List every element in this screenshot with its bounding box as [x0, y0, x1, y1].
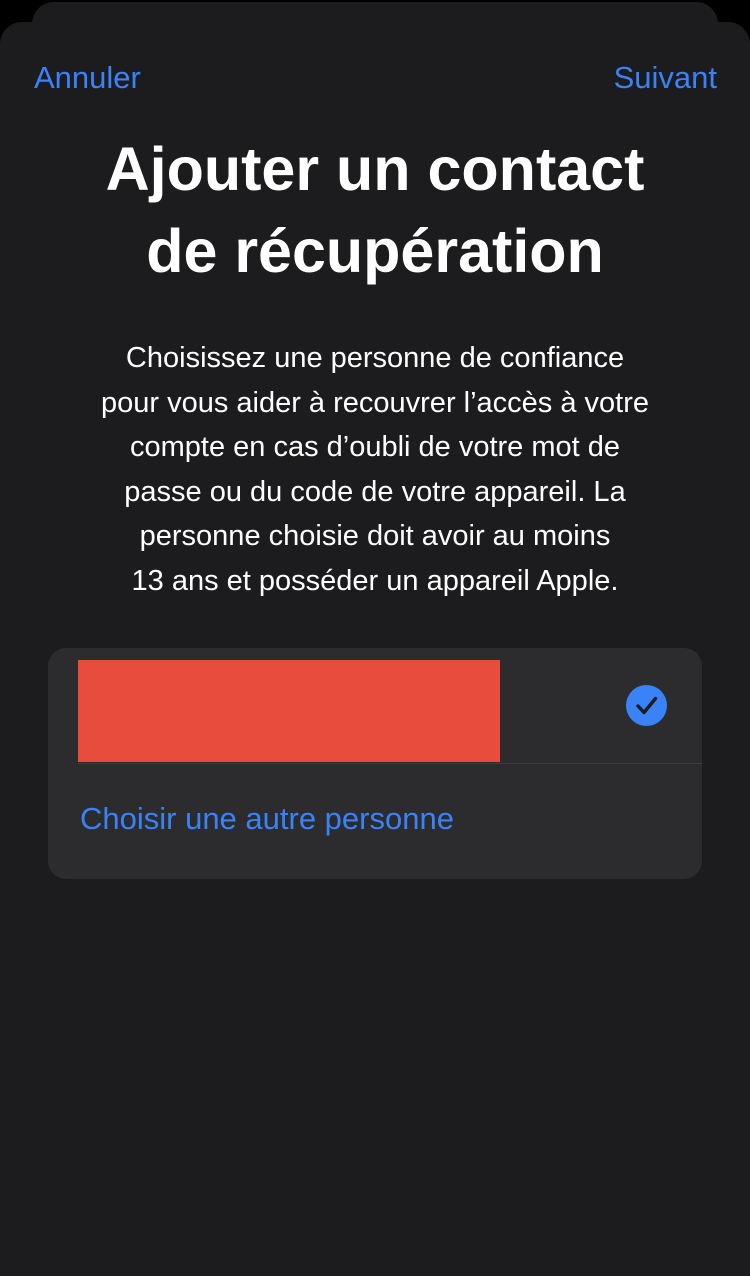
description-text: Choisissez une personne de confiance pour…: [40, 336, 710, 603]
title-line-1: Ajouter un contact: [105, 135, 645, 203]
description-line: Choisissez une personne de confiance: [125, 342, 625, 374]
contact-card: Choisir une autre personne: [48, 648, 702, 879]
description-line: pour vous aider à recouvrer l’accès à vo…: [100, 386, 650, 419]
checkmark-circle-icon: [626, 685, 667, 726]
description-line: compte en cas d’oubli de votre mot de: [129, 431, 621, 463]
next-button[interactable]: Suivant: [614, 60, 717, 96]
cancel-button[interactable]: Annuler: [34, 60, 141, 96]
title-line-2: de récupération: [146, 217, 604, 285]
selected-contact-row[interactable]: [48, 648, 702, 763]
description-line: 13 ans et posséder un appareil Apple.: [131, 564, 619, 597]
description-line: passe ou du code de votre appareil. La: [124, 475, 626, 508]
row-divider: [78, 763, 702, 764]
redacted-contact-name: [78, 660, 500, 762]
description-line: personne choisie doit avoir au moins: [139, 520, 611, 552]
choose-other-person-button[interactable]: Choisir une autre personne: [80, 801, 454, 837]
page-title: Ajouter un contact de récupération: [40, 128, 710, 292]
